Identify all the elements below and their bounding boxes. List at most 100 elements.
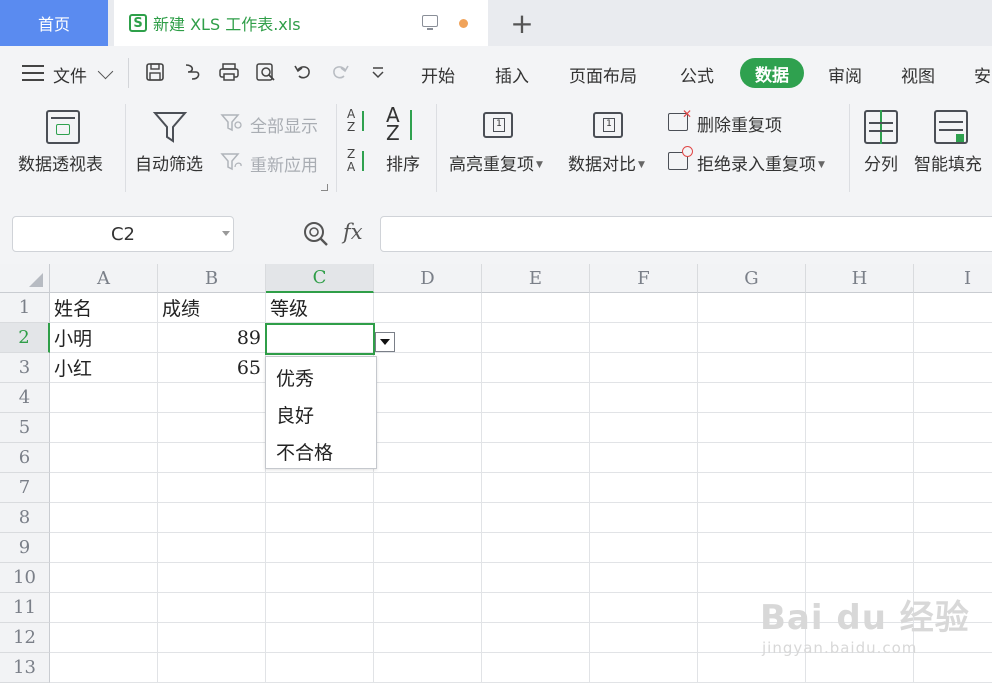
grid-cell[interactable]	[374, 653, 482, 683]
name-box-dropdown-icon[interactable]	[222, 231, 230, 236]
grid-cell[interactable]	[590, 293, 698, 323]
grid-cell[interactable]	[374, 413, 482, 443]
grid-cell[interactable]	[914, 443, 992, 473]
grid-cell[interactable]	[482, 473, 590, 503]
dropdown-option-excellent[interactable]: 优秀	[266, 359, 376, 396]
row-header-12[interactable]: 12	[0, 623, 50, 653]
grid-cell[interactable]	[50, 593, 158, 623]
column-header-h[interactable]: H	[806, 264, 914, 293]
cell-a3[interactable]: 小红	[50, 353, 158, 383]
highlight-duplicates-button[interactable]: 1 高亮重复项 ▼	[443, 104, 553, 188]
grid-cell[interactable]	[374, 443, 482, 473]
grid-cell[interactable]	[158, 623, 266, 653]
grid-cell[interactable]	[158, 443, 266, 473]
row-header-9[interactable]: 9	[0, 533, 50, 563]
new-tab-button[interactable]: +	[505, 6, 539, 40]
grid-cell[interactable]	[806, 533, 914, 563]
grid-cell[interactable]	[698, 503, 806, 533]
undo-icon[interactable]	[291, 60, 315, 84]
grid-cell[interactable]	[698, 413, 806, 443]
grid-cell[interactable]	[806, 323, 914, 353]
grid-cell[interactable]	[266, 623, 374, 653]
grid-cell[interactable]	[266, 533, 374, 563]
grid-cell[interactable]	[806, 443, 914, 473]
grid-cell[interactable]	[482, 503, 590, 533]
column-header-i[interactable]: I	[914, 264, 992, 293]
row-header-10[interactable]: 10	[0, 563, 50, 593]
menu-tab-security[interactable]: 安	[974, 62, 991, 87]
hamburger-icon[interactable]	[22, 64, 44, 81]
grid-cell[interactable]	[158, 563, 266, 593]
grid-cell[interactable]	[914, 563, 992, 593]
row-header-11[interactable]: 11	[0, 593, 50, 623]
row-header-1[interactable]: 1	[0, 293, 50, 323]
row-header-4[interactable]: 4	[0, 383, 50, 413]
grid-cell[interactable]	[266, 503, 374, 533]
customize-toolbar-icon[interactable]	[366, 60, 390, 84]
grid-cell[interactable]	[158, 473, 266, 503]
menu-tab-data[interactable]: 数据	[740, 58, 804, 88]
grid-cell[interactable]	[50, 383, 158, 413]
grid-cell[interactable]	[374, 353, 482, 383]
formula-input[interactable]	[380, 216, 992, 252]
column-header-a[interactable]: A	[50, 264, 158, 293]
grid-cell[interactable]	[806, 563, 914, 593]
grid-cell[interactable]	[806, 353, 914, 383]
column-header-b[interactable]: B	[158, 264, 266, 293]
menu-tab-review[interactable]: 审阅	[828, 62, 862, 87]
grid-cell[interactable]	[590, 473, 698, 503]
grid-cell[interactable]	[482, 653, 590, 683]
cell-c1[interactable]: 等级	[266, 293, 374, 323]
filter-options-launcher-icon[interactable]	[321, 184, 328, 191]
row-header-3[interactable]: 3	[0, 353, 50, 383]
dropdown-option-fail[interactable]: 不合格	[266, 433, 376, 470]
grid-cell[interactable]	[590, 413, 698, 443]
select-all-corner[interactable]	[0, 264, 50, 293]
remove-duplicates-button[interactable]: ✕ 删除重复项	[666, 107, 826, 136]
grid-cell[interactable]	[482, 533, 590, 563]
grid-cell[interactable]	[374, 533, 482, 563]
cell-a1[interactable]: 姓名	[50, 293, 158, 323]
grid-cell[interactable]	[50, 503, 158, 533]
grid-cell[interactable]	[158, 503, 266, 533]
grid-cell[interactable]	[50, 473, 158, 503]
column-header-g[interactable]: G	[698, 264, 806, 293]
grid-cell[interactable]	[50, 443, 158, 473]
grid-cell[interactable]	[482, 623, 590, 653]
grid-cell[interactable]	[590, 383, 698, 413]
column-header-d[interactable]: D	[374, 264, 482, 293]
autofilter-button[interactable]: 自动筛选	[130, 104, 212, 188]
grid-cell[interactable]	[158, 383, 266, 413]
grid-cell[interactable]	[590, 593, 698, 623]
grid-cell[interactable]	[266, 593, 374, 623]
grid-cell[interactable]	[914, 653, 992, 683]
grid-cell[interactable]	[482, 563, 590, 593]
grid-cell[interactable]	[914, 293, 992, 323]
grid-cell[interactable]	[590, 353, 698, 383]
grid-cell[interactable]	[374, 593, 482, 623]
grid-cell[interactable]	[374, 503, 482, 533]
file-menu[interactable]: 文件	[53, 62, 87, 87]
grid-cell[interactable]	[50, 623, 158, 653]
column-header-f[interactable]: F	[590, 264, 698, 293]
grid-cell[interactable]	[374, 293, 482, 323]
grid-cell[interactable]	[590, 563, 698, 593]
grid-cell[interactable]	[914, 533, 992, 563]
grid-cell[interactable]	[158, 653, 266, 683]
grid-cell[interactable]	[482, 593, 590, 623]
smart-fill-button[interactable]: 智能填充	[912, 104, 992, 188]
grid-cell[interactable]	[914, 323, 992, 353]
sort-ascending-icon[interactable]: A Z	[345, 108, 375, 138]
grid-cell[interactable]	[266, 563, 374, 593]
menu-tab-insert[interactable]: 插入	[495, 62, 529, 87]
monitor-icon[interactable]	[422, 15, 438, 30]
tab-document[interactable]: S 新建 XLS 工作表.xls	[114, 0, 488, 46]
tab-home[interactable]: 首页	[0, 0, 108, 46]
grid-cell[interactable]	[806, 383, 914, 413]
grid-cell[interactable]	[590, 533, 698, 563]
grid-cell[interactable]	[374, 623, 482, 653]
split-columns-button[interactable]: 分列	[856, 104, 906, 188]
grid-cell[interactable]	[482, 323, 590, 353]
grid-cell[interactable]	[374, 473, 482, 503]
grid-cell[interactable]	[374, 563, 482, 593]
